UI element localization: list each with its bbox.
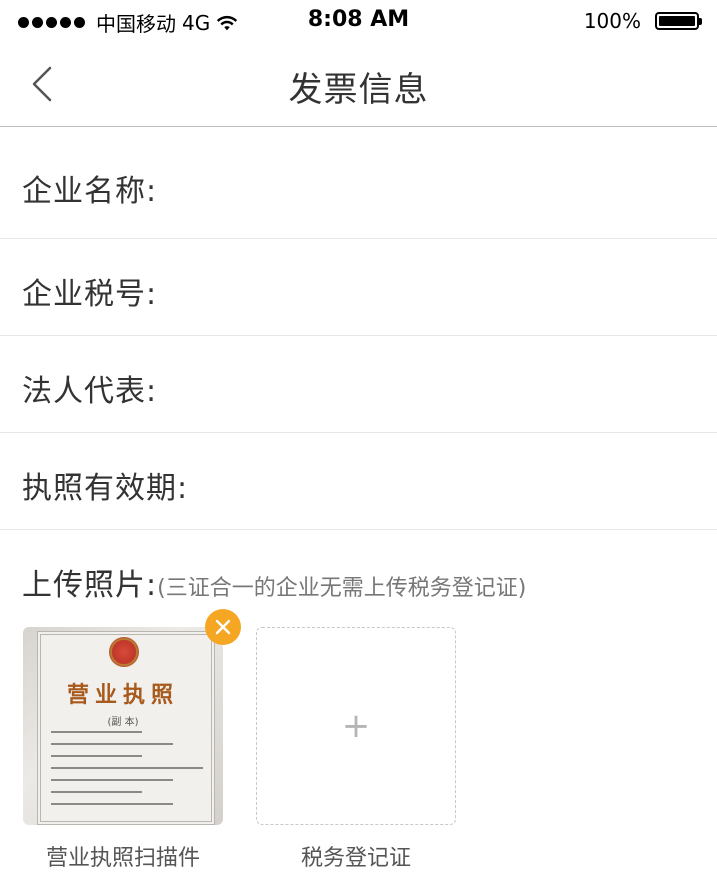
page-title: 发票信息	[288, 70, 429, 110]
company-name-label: 企业名称:	[22, 174, 158, 209]
form-row-tax-id: 企业税号:	[0, 239, 717, 336]
battery-percent: 100%	[583, 9, 641, 33]
legal-rep-input[interactable]	[180, 364, 697, 410]
business-license-caption: 营业执照扫描件	[45, 846, 200, 871]
company-name-input[interactable]	[180, 164, 697, 210]
plus-icon: +	[341, 706, 371, 746]
upload-section-title: 上传照片:(三证合一的企业无需上传税务登记证)	[22, 560, 526, 604]
business-license-image: 营业执照 (副 本)	[23, 627, 223, 825]
license-text-lines	[51, 731, 203, 815]
add-tax-registration-button[interactable]: +	[256, 627, 456, 825]
close-icon	[215, 619, 231, 635]
remove-photo-button[interactable]	[205, 609, 241, 645]
tax-id-label: 企业税号:	[22, 277, 158, 312]
national-emblem-icon	[109, 637, 139, 667]
form-row-company-name: 企业名称:	[0, 128, 717, 239]
form-row-license-validity: 执照有效期:	[0, 433, 717, 530]
business-license-photo[interactable]: 营业执照 (副 本)	[23, 627, 223, 825]
license-sub: (副 本)	[107, 717, 139, 728]
upload-title: 上传照片:	[22, 568, 158, 603]
tax-registration-caption: 税务登记证	[300, 846, 411, 871]
status-right: 100%	[583, 9, 702, 33]
status-bar: 中国移动 4G 8:08 AM 100%	[0, 0, 717, 42]
license-validity-input[interactable]	[210, 461, 697, 507]
tax-id-input[interactable]	[180, 267, 697, 313]
license-validity-label: 执照有效期:	[22, 471, 189, 506]
nav-bar: 发票信息	[0, 42, 717, 127]
battery-icon	[655, 12, 702, 30]
upload-note: (三证合一的企业无需上传税务登记证)	[157, 576, 527, 601]
license-heading: 营业执照	[66, 682, 179, 708]
form-row-legal-rep: 法人代表:	[0, 336, 717, 433]
legal-rep-label: 法人代表:	[22, 374, 158, 409]
